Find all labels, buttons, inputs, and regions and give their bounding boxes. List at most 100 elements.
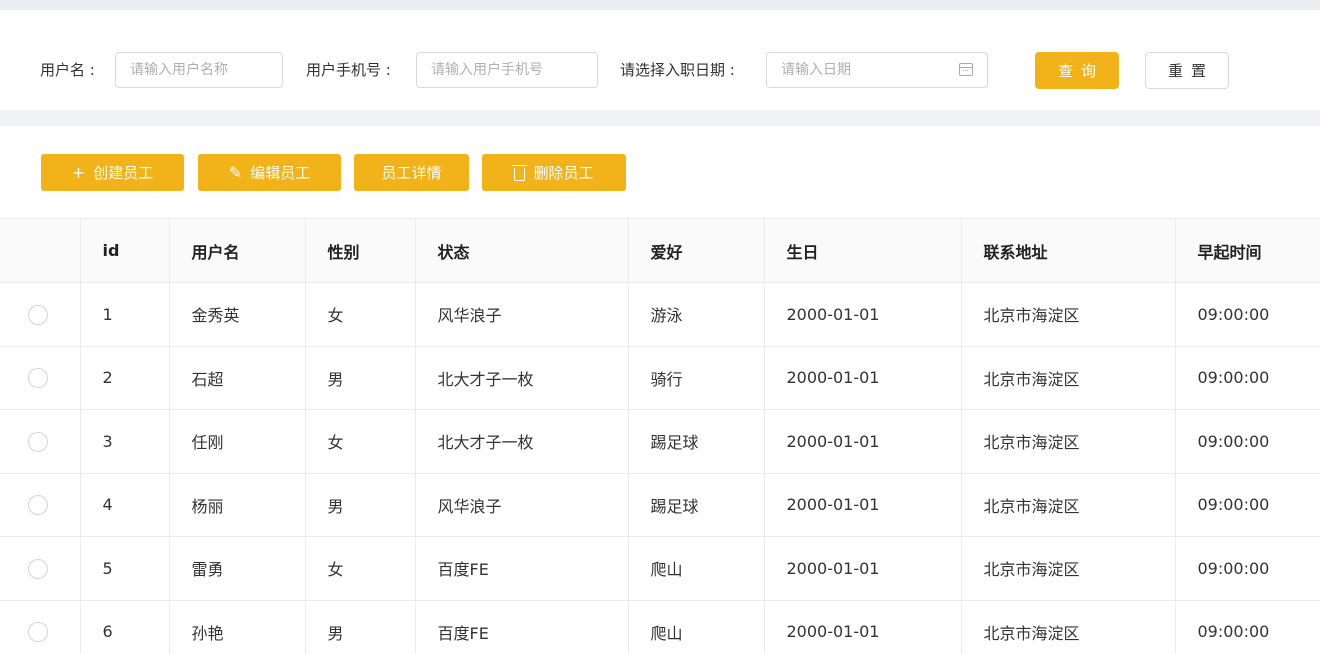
cell-id: 4: [80, 473, 170, 537]
cell-birthday: 2000-01-01: [764, 600, 962, 654]
cell-hobby: 踢足球: [628, 473, 765, 537]
table-row[interactable]: 6 孙艳 男 百度FE 爬山 2000-01-01 北京市海淀区 09:00:0…: [0, 600, 1320, 654]
filter-panel: 用户名 : 用户手机号 : 请选择入职日期 : 查询 重置: [0, 10, 1320, 110]
row-select-cell[interactable]: [0, 600, 81, 654]
row-radio[interactable]: [28, 431, 48, 452]
select-column-header: [0, 218, 81, 283]
cell-wakeup-time: 09:00:00: [1175, 536, 1320, 601]
cell-birthday: 2000-01-01: [764, 473, 962, 537]
cell-address: 北京市海淀区: [961, 536, 1176, 601]
column-header-username: 用户名: [169, 218, 306, 283]
cell-status: 风华浪子: [415, 282, 629, 347]
cell-birthday: 2000-01-01: [764, 536, 962, 601]
column-header-hobby: 爱好: [628, 218, 765, 283]
cell-id: 1: [80, 282, 170, 347]
employee-detail-label: 员工详情: [381, 164, 442, 182]
edit-employee-button[interactable]: ✎ 编辑员工: [198, 154, 341, 191]
cell-address: 北京市海淀区: [961, 282, 1176, 347]
employee-table: id 用户名 性别 状态 爱好 生日 联系地址 早起时间 1 金秀英 女 风华浪…: [0, 218, 1320, 654]
phone-input[interactable]: [416, 52, 598, 88]
column-header-address: 联系地址: [961, 218, 1176, 283]
pencil-icon: ✎: [228, 162, 243, 182]
date-input[interactable]: [766, 52, 988, 88]
column-header-id: id: [80, 218, 170, 283]
cell-hobby: 踢足球: [628, 409, 765, 474]
table-row[interactable]: 1 金秀英 女 风华浪子 游泳 2000-01-01 北京市海淀区 09:00:…: [0, 282, 1320, 347]
cell-gender: 男: [305, 473, 416, 537]
row-select-cell[interactable]: [0, 346, 81, 410]
cell-wakeup-time: 09:00:00: [1175, 473, 1320, 537]
date-picker[interactable]: [766, 52, 988, 88]
cell-hobby: 游泳: [628, 282, 765, 347]
cell-status: 北大才子一枚: [415, 409, 629, 474]
cell-username: 雷勇: [169, 536, 306, 601]
top-strip: [0, 0, 1320, 10]
table-row[interactable]: 5 雷勇 女 百度FE 爬山 2000-01-01 北京市海淀区 09:00:0…: [0, 536, 1320, 601]
query-button[interactable]: 查询: [1035, 52, 1119, 89]
cell-gender: 女: [305, 536, 416, 601]
create-employee-button[interactable]: + 创建员工: [41, 154, 184, 191]
cell-username: 孙艳: [169, 600, 306, 654]
table-header-row: id 用户名 性别 状态 爱好 生日 联系地址 早起时间: [0, 218, 1320, 283]
cell-hobby: 骑行: [628, 346, 765, 410]
cell-birthday: 2000-01-01: [764, 346, 962, 410]
cell-wakeup-time: 09:00:00: [1175, 409, 1320, 474]
cell-id: 2: [80, 346, 170, 410]
column-header-status: 状态: [415, 218, 629, 283]
cell-status: 百度FE: [415, 600, 629, 654]
cell-gender: 女: [305, 409, 416, 474]
cell-username: 杨丽: [169, 473, 306, 537]
cell-id: 6: [80, 600, 170, 654]
cell-birthday: 2000-01-01: [764, 282, 962, 347]
username-label: 用户名 :: [40, 61, 95, 79]
cell-status: 百度FE: [415, 536, 629, 601]
cell-gender: 女: [305, 282, 416, 347]
row-select-cell[interactable]: [0, 536, 81, 601]
cell-wakeup-time: 09:00:00: [1175, 600, 1320, 654]
cell-id: 5: [80, 536, 170, 601]
column-header-gender: 性别: [305, 218, 416, 283]
table-row[interactable]: 3 任刚 女 北大才子一枚 踢足球 2000-01-01 北京市海淀区 09:0…: [0, 409, 1320, 474]
edit-employee-label: 编辑员工: [250, 164, 311, 182]
phone-label: 用户手机号 :: [306, 61, 391, 79]
cell-username: 金秀英: [169, 282, 306, 347]
cell-birthday: 2000-01-01: [764, 409, 962, 474]
cell-hobby: 爬山: [628, 536, 765, 601]
row-radio[interactable]: [28, 622, 48, 642]
table-row[interactable]: 2 石超 男 北大才子一枚 骑行 2000-01-01 北京市海淀区 09:00…: [0, 346, 1320, 410]
date-label: 请选择入职日期 :: [620, 61, 735, 79]
cell-wakeup-time: 09:00:00: [1175, 346, 1320, 410]
row-radio[interactable]: [28, 368, 48, 388]
row-select-cell[interactable]: [0, 282, 81, 347]
cell-status: 北大才子一枚: [415, 346, 629, 410]
delete-employee-label: 删除员工: [533, 164, 594, 182]
delete-employee-button[interactable]: 删除员工: [482, 154, 626, 191]
cell-address: 北京市海淀区: [961, 346, 1176, 410]
row-radio[interactable]: [28, 304, 48, 325]
cell-username: 任刚: [169, 409, 306, 474]
cell-address: 北京市海淀区: [961, 473, 1176, 537]
username-input[interactable]: [115, 52, 283, 88]
column-header-wakeup-time: 早起时间: [1175, 218, 1320, 283]
row-select-cell[interactable]: [0, 473, 81, 537]
row-select-cell[interactable]: [0, 409, 81, 474]
row-radio[interactable]: [28, 558, 48, 579]
cell-wakeup-time: 09:00:00: [1175, 282, 1320, 347]
table-row[interactable]: 4 杨丽 男 风华浪子 踢足球 2000-01-01 北京市海淀区 09:00:…: [0, 473, 1320, 537]
employee-detail-button[interactable]: 员工详情: [354, 154, 469, 191]
cell-id: 3: [80, 409, 170, 474]
cell-gender: 男: [305, 346, 416, 410]
cell-hobby: 爬山: [628, 600, 765, 654]
plus-icon: +: [71, 162, 86, 182]
cell-gender: 男: [305, 600, 416, 654]
create-employee-label: 创建员工: [93, 164, 154, 182]
cell-status: 风华浪子: [415, 473, 629, 537]
trash-icon: [512, 164, 528, 181]
calendar-icon[interactable]: [959, 63, 973, 76]
cell-address: 北京市海淀区: [961, 600, 1176, 654]
column-header-birthday: 生日: [764, 218, 962, 283]
reset-button[interactable]: 重置: [1145, 52, 1229, 89]
row-radio[interactable]: [28, 495, 48, 515]
employee-list-panel: + 创建员工 ✎ 编辑员工 员工详情 删除员工 id 用户名 性别 状态 爱好 …: [0, 126, 1320, 654]
cell-address: 北京市海淀区: [961, 409, 1176, 474]
